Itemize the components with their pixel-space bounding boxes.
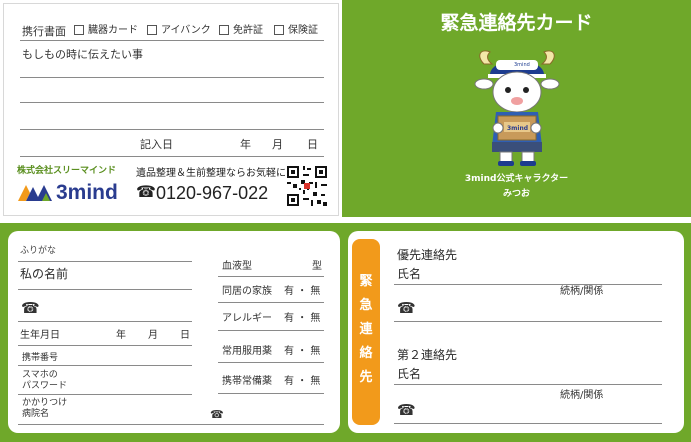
priority-relation-label: 続柄/関係 bbox=[560, 286, 604, 297]
second-phone-icon: ☎ bbox=[397, 401, 416, 419]
license-label: 免許証 bbox=[233, 25, 263, 36]
tab-char-1: 緊 bbox=[359, 274, 373, 289]
date-day: 日 bbox=[307, 138, 318, 151]
priority-contact-label: 優先連絡先 bbox=[397, 248, 458, 262]
allergy-options[interactable]: 有 ・ 無 bbox=[284, 314, 320, 324]
password-label: パスワード bbox=[22, 381, 68, 391]
date-year: 年 bbox=[240, 138, 251, 151]
card-inside: ふりがな 私の名前 ☎ 生年月日 年 月 日 携帯番号 スマホの パスワード か… bbox=[0, 223, 691, 442]
organ-card-checkbox[interactable] bbox=[74, 25, 84, 35]
birthday-day: 日 bbox=[180, 330, 190, 341]
furigana-line bbox=[18, 261, 192, 262]
blood-type-suffix: 型 bbox=[312, 261, 322, 272]
second-contact-label: 第２連絡先 bbox=[397, 348, 458, 362]
cohabiting-family-options[interactable]: 有 ・ 無 bbox=[284, 287, 320, 297]
message-line-1 bbox=[20, 77, 324, 78]
carry-documents-label: 携行書面 bbox=[22, 25, 66, 38]
name-line bbox=[18, 289, 192, 290]
logo-text: 3mind bbox=[56, 181, 118, 204]
phone-line bbox=[18, 321, 192, 322]
clinic-line bbox=[18, 424, 324, 425]
date-label: 記入日 bbox=[140, 138, 173, 151]
priority-name-line bbox=[394, 284, 662, 285]
carried-medicine-line bbox=[218, 393, 324, 394]
free-dial-icon: ☎ bbox=[136, 182, 156, 201]
company-name: 株式会社スリーマインド bbox=[17, 166, 117, 176]
furigana-label: ふりがな bbox=[20, 246, 57, 256]
second-name-label: 氏名 bbox=[397, 367, 422, 381]
insurance-card-label: 保険証 bbox=[288, 25, 318, 36]
smartphone-label: スマホの bbox=[22, 370, 58, 380]
message-label: もしもの時に伝えたい事 bbox=[22, 48, 143, 61]
birthday-label: 生年月日 bbox=[20, 330, 60, 341]
date-month: 月 bbox=[272, 138, 283, 151]
birthday-month: 月 bbox=[148, 330, 158, 341]
tab-char-5: 先 bbox=[359, 370, 373, 385]
mobile-number-label: 携帯番号 bbox=[22, 353, 59, 363]
allergy-line bbox=[218, 330, 324, 331]
mascot-cap-text: 3mind bbox=[514, 62, 530, 68]
mascot-box-text: 3mind bbox=[507, 125, 529, 132]
tab-char-2: 急 bbox=[359, 298, 373, 313]
priority-phone-icon: ☎ bbox=[397, 299, 416, 317]
tab-char-4: 絡 bbox=[359, 346, 373, 361]
allergy-label: アレルギー bbox=[222, 313, 272, 324]
qr-code-icon[interactable] bbox=[285, 164, 329, 208]
regular-medication-label: 常用服用薬 bbox=[222, 346, 272, 357]
info-card-front: 携行書面 臓器カード アイバンク 免許証 保険証 もしもの時に伝えたい事 記入日… bbox=[3, 3, 339, 216]
message-line-2 bbox=[20, 102, 324, 103]
emergency-contacts-panel: 緊 急 連 絡 先 優先連絡先 氏名 続柄/関係 ☎ 第２連絡先 氏名 続柄/関… bbox=[348, 231, 684, 433]
clinic-label-1: かかりつけ bbox=[22, 398, 68, 408]
eye-bank-checkbox[interactable] bbox=[147, 25, 157, 35]
birthday-year: 年 bbox=[116, 330, 126, 341]
clinic-label-2: 病院名 bbox=[22, 409, 50, 419]
3mind-logo-mark-icon bbox=[18, 185, 52, 201]
mobile-line bbox=[18, 365, 192, 366]
priority-name-label: 氏名 bbox=[397, 267, 422, 281]
cohabiting-line bbox=[218, 302, 324, 303]
phone-icon: ☎ bbox=[21, 299, 40, 317]
second-phone-line bbox=[394, 423, 662, 424]
organ-card-label: 臓器カード bbox=[88, 25, 138, 36]
service-text: 遺品整理＆生前整理ならお気軽に bbox=[136, 168, 286, 179]
password-line bbox=[18, 394, 192, 395]
phone-number[interactable]: 0120-967-022 bbox=[156, 184, 268, 202]
medication-line bbox=[218, 362, 324, 363]
carried-medicine-label: 携帯常備薬 bbox=[222, 376, 272, 387]
second-name-line bbox=[394, 384, 662, 385]
character-caption: 3mind公式キャラクター bbox=[464, 174, 569, 184]
regular-medication-options[interactable]: 有 ・ 無 bbox=[284, 347, 320, 357]
license-checkbox[interactable] bbox=[219, 25, 229, 35]
card-title: 緊急連絡先カード bbox=[440, 12, 593, 34]
carried-medicine-options[interactable]: 有 ・ 無 bbox=[284, 377, 320, 387]
cohabiting-family-label: 同居の家族 bbox=[222, 286, 272, 297]
eye-bank-label: アイバンク bbox=[161, 25, 211, 36]
message-line-3 bbox=[20, 129, 324, 130]
birthday-line bbox=[18, 345, 192, 346]
tab-char-3: 連 bbox=[359, 322, 373, 337]
insurance-card-checkbox[interactable] bbox=[274, 25, 284, 35]
my-name-label: 私の名前 bbox=[20, 267, 69, 281]
divider bbox=[20, 40, 324, 41]
emergency-contact-tab: 緊 急 連 絡 先 bbox=[352, 239, 380, 425]
card-cover: 緊急連絡先カード 3mind 3mind 3mind公式キャラクター みつお bbox=[342, 0, 691, 217]
second-relation-label: 続柄/関係 bbox=[560, 390, 604, 401]
blood-type-line bbox=[218, 276, 324, 277]
priority-phone-line bbox=[394, 321, 662, 322]
date-line bbox=[20, 156, 324, 157]
character-name: みつお bbox=[502, 189, 530, 199]
personal-info-panel: ふりがな 私の名前 ☎ 生年月日 年 月 日 携帯番号 スマホの パスワード か… bbox=[8, 231, 340, 433]
clinic-phone-icon: ☎ bbox=[210, 408, 224, 421]
blood-type-label: 血液型 bbox=[222, 261, 252, 272]
